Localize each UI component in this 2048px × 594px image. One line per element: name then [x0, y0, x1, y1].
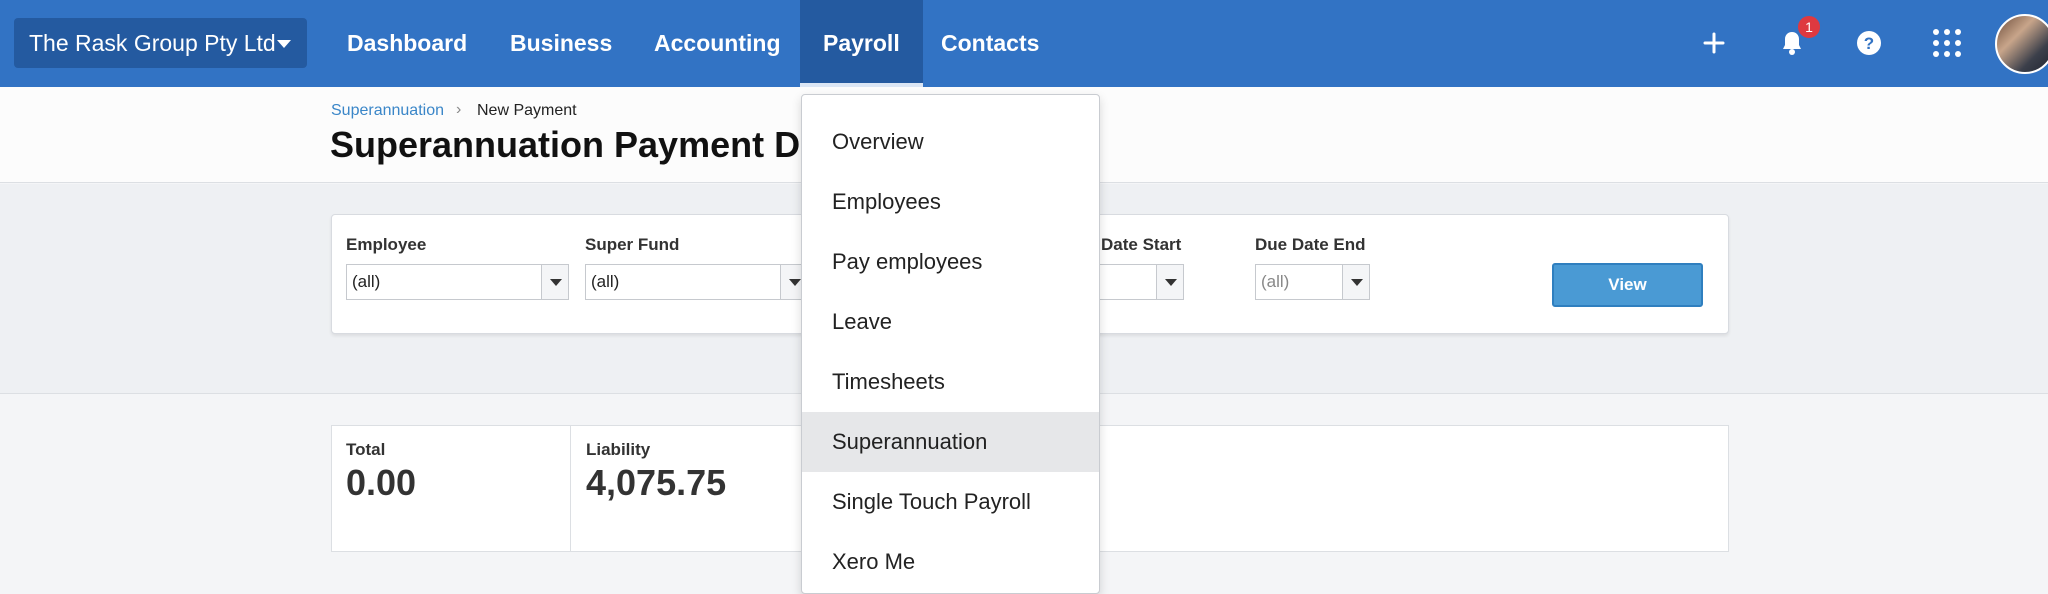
view-button[interactable]: View	[1552, 263, 1703, 307]
menu-item-employees[interactable]: Employees	[802, 176, 1099, 228]
super-fund-select[interactable]: (all)	[585, 264, 808, 300]
svg-text:?: ?	[1864, 34, 1874, 53]
due-date-end-label: Due Date End	[1255, 235, 1366, 254]
nav-accounting[interactable]: Accounting	[654, 0, 781, 87]
liability-value: 4,075.75	[586, 462, 727, 503]
plus-icon[interactable]	[1693, 22, 1735, 64]
super-fund-select-value: (all)	[591, 272, 620, 291]
due-date-end-select[interactable]: (all)	[1255, 264, 1370, 300]
menu-item-superannuation[interactable]: Superannuation	[802, 412, 1099, 472]
chevron-down-icon	[541, 265, 568, 299]
chevron-down-icon	[1342, 265, 1369, 299]
payroll-dropdown-menu: Overview Employees Pay employees Leave T…	[801, 94, 1100, 594]
menu-item-leave[interactable]: Leave	[802, 296, 1099, 348]
organisation-name: The Rask Group Pty Ltd	[29, 30, 276, 56]
help-icon[interactable]: ?	[1848, 22, 1890, 64]
user-avatar[interactable]	[1995, 14, 2048, 74]
due-date-end-value: (all)	[1261, 272, 1290, 291]
page-title: Superannuation Payment De	[330, 124, 800, 165]
nav-business[interactable]: Business	[510, 0, 612, 87]
totals-divider	[570, 425, 571, 552]
due-date-start-label: Date Start	[1101, 235, 1182, 254]
nav-dashboard[interactable]: Dashboard	[347, 0, 467, 87]
nav-payroll[interactable]: Payroll	[800, 0, 923, 87]
top-navigation: The Rask Group Pty Ltd Dashboard Busines…	[0, 0, 2048, 87]
caret-down-icon	[277, 40, 291, 48]
breadcrumb-chevron-icon: ›	[456, 101, 462, 118]
breadcrumb-current: New Payment	[477, 102, 577, 119]
employee-label: Employee	[346, 235, 427, 254]
organisation-switcher[interactable]: The Rask Group Pty Ltd	[14, 18, 307, 68]
menu-item-timesheets[interactable]: Timesheets	[802, 356, 1099, 408]
liability-label: Liability	[586, 440, 651, 459]
total-label: Total	[346, 440, 386, 459]
nav-contacts[interactable]: Contacts	[941, 0, 1039, 87]
employee-select-value: (all)	[352, 272, 381, 291]
chevron-down-icon	[1156, 265, 1183, 299]
employee-select[interactable]: (all)	[346, 264, 569, 300]
menu-item-single-touch-payroll[interactable]: Single Touch Payroll	[802, 476, 1099, 528]
menu-item-xero-me[interactable]: Xero Me	[802, 536, 1099, 588]
total-value: 0.00	[346, 462, 417, 503]
menu-item-overview[interactable]: Overview	[802, 116, 1099, 168]
apps-grid-icon[interactable]	[1926, 22, 1968, 64]
notification-badge: 1	[1796, 14, 1822, 40]
super-fund-label: Super Fund	[585, 235, 680, 254]
breadcrumb-superannuation-link[interactable]: Superannuation	[331, 102, 444, 120]
menu-item-pay-employees[interactable]: Pay employees	[802, 236, 1099, 288]
